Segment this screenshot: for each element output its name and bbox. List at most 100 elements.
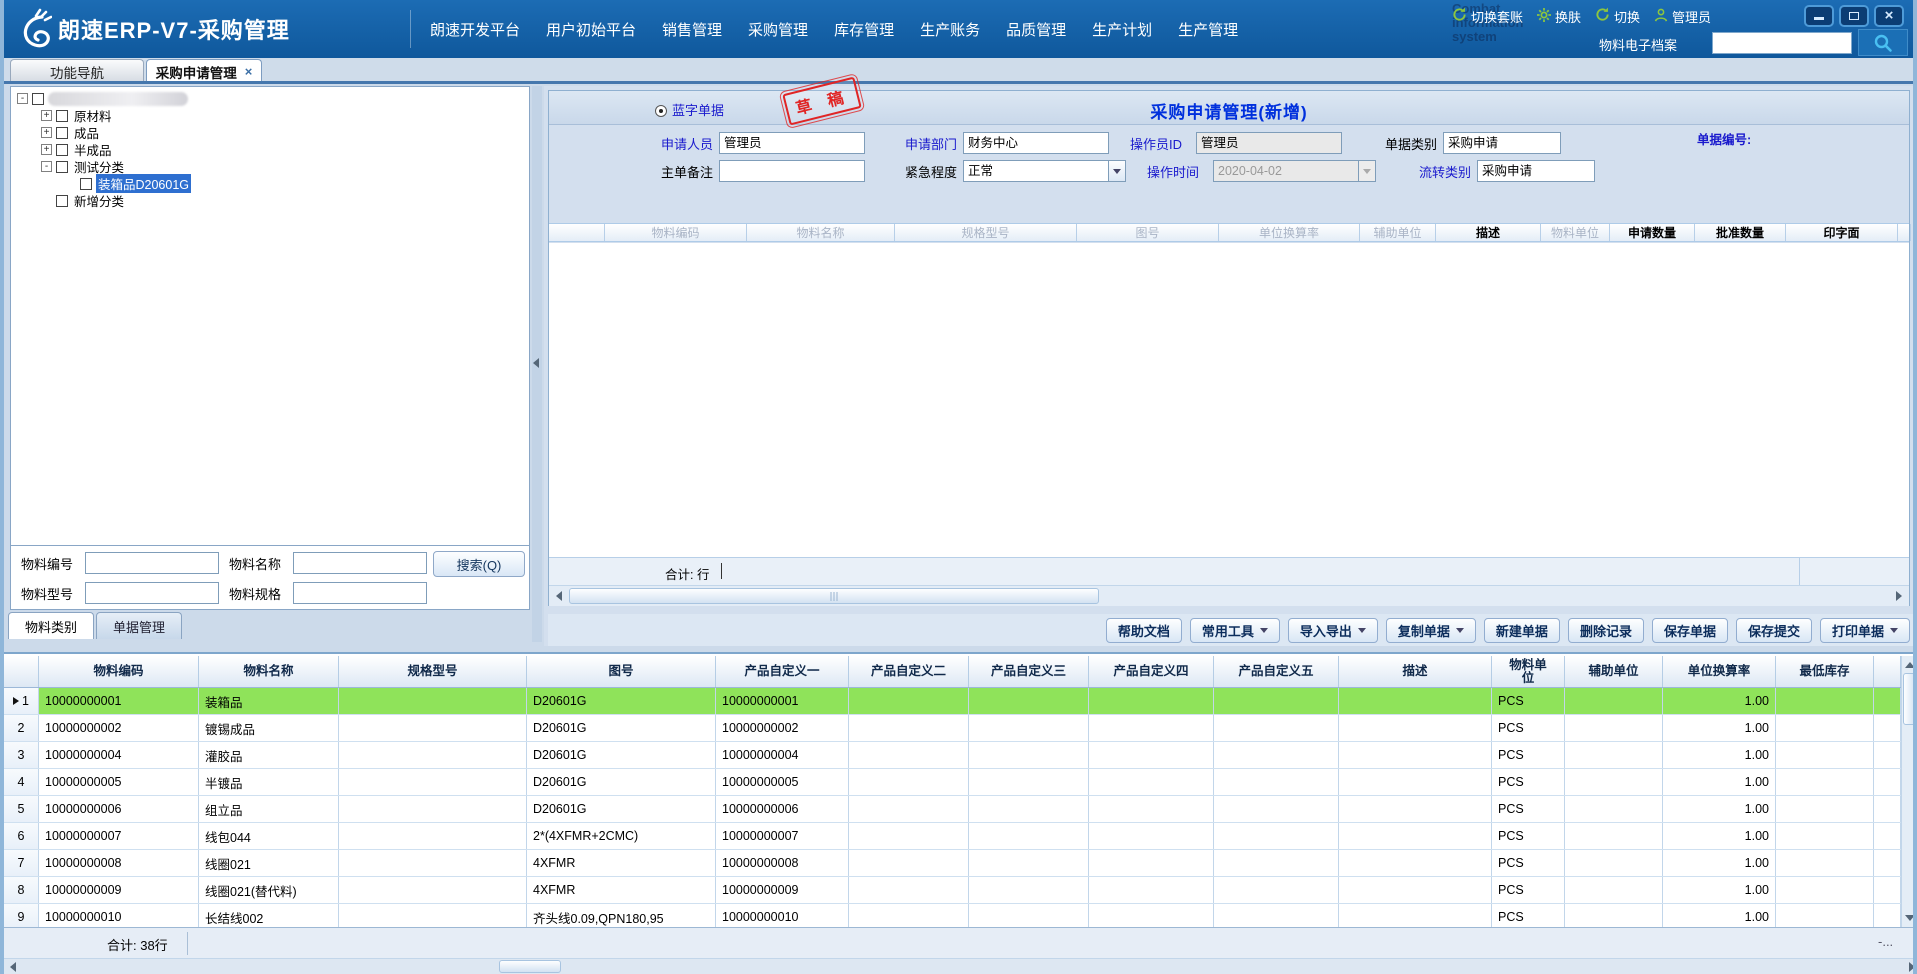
tree-checkbox[interactable]: [56, 110, 68, 122]
table-row-8[interactable]: 810000000009线圈021(替代料)4XFMR10000000009PC…: [4, 877, 1901, 904]
toolbar-button-帮助文档[interactable]: 帮助文档: [1106, 618, 1182, 643]
quick-action-管理员[interactable]: 管理员: [1654, 7, 1711, 26]
materials-vertical-scrollbar[interactable]: [1901, 656, 1917, 927]
col-header-产品自定义四[interactable]: 产品自定义四: [1089, 656, 1214, 687]
detail-col-批准数量[interactable]: 批准数量: [1695, 224, 1786, 241]
table-row-6[interactable]: 610000000007线包0442*(4XFMR+2CMC)100000000…: [4, 823, 1901, 850]
detail-col-row-indicator[interactable]: [549, 224, 605, 241]
field-input-申请部门[interactable]: 财务中心: [963, 132, 1109, 154]
field-input-主单备注[interactable]: [719, 160, 865, 182]
menu-item-7[interactable]: 品质管理: [1006, 19, 1066, 40]
collapse-arrow-icon[interactable]: [533, 358, 539, 368]
detail-col-物料编码[interactable]: 物料编码: [605, 224, 747, 241]
menu-item-2[interactable]: 用户初始平台: [546, 19, 636, 40]
detail-col-描述[interactable]: 描述: [1436, 224, 1541, 241]
tree-expander-icon[interactable]: +: [41, 127, 52, 138]
col-header-产品自定义二[interactable]: 产品自定义二: [849, 656, 969, 687]
detail-col-物料名称[interactable]: 物料名称: [747, 224, 895, 241]
panel-splitter[interactable]: [532, 86, 542, 642]
scrollbar-thumb[interactable]: [499, 960, 561, 973]
top-search-button[interactable]: [1858, 29, 1908, 56]
field-input-紧急程度[interactable]: 正常: [963, 160, 1109, 182]
col-header-row-marker[interactable]: [4, 656, 39, 687]
menu-item-8[interactable]: 生产计划: [1092, 19, 1152, 40]
toolbar-button-导入导出[interactable]: 导入导出: [1288, 618, 1378, 643]
material-name-input[interactable]: [293, 552, 427, 574]
scrollbar-thumb[interactable]: [1903, 673, 1916, 725]
table-row-1[interactable]: 110000000001装箱品D20601G10000000001PCS1.00: [4, 688, 1901, 715]
detail-col-辅助单位[interactable]: 辅助单位: [1360, 224, 1436, 241]
scroll-left-icon[interactable]: [551, 588, 567, 604]
field-input-申请人员[interactable]: 管理员: [719, 132, 865, 154]
tree-expander-icon[interactable]: +: [41, 144, 52, 155]
scroll-up-icon[interactable]: [1902, 657, 1917, 673]
detail-col-单位换算率[interactable]: 单位换算率: [1219, 224, 1360, 241]
top-search-input[interactable]: [1712, 32, 1852, 54]
quick-action-切换[interactable]: 切换: [1595, 7, 1640, 26]
left-tab-单据管理[interactable]: 单据管理: [96, 612, 182, 639]
menu-item-4[interactable]: 采购管理: [748, 19, 808, 40]
col-header-产品自定义一[interactable]: 产品自定义一: [716, 656, 849, 687]
material-model-input[interactable]: [85, 582, 219, 604]
maximize-button[interactable]: [1839, 5, 1869, 27]
tree-expander-icon[interactable]: -: [41, 161, 52, 172]
menu-item-1[interactable]: 朗速开发平台: [430, 19, 520, 40]
minimize-button[interactable]: [1804, 5, 1834, 27]
col-header-产品自定义五[interactable]: 产品自定义五: [1214, 656, 1339, 687]
detail-col-规格型号[interactable]: 规格型号: [895, 224, 1077, 241]
scroll-down-icon[interactable]: [1902, 910, 1917, 926]
table-row-7[interactable]: 710000000008线圈0214XFMR10000000008PCS1.00: [4, 850, 1901, 877]
tab-功能导航[interactable]: 功能导航: [10, 59, 144, 83]
toolbar-button-打印单据[interactable]: 打印单据: [1820, 618, 1910, 643]
toolbar-button-删除记录[interactable]: 删除记录: [1568, 618, 1644, 643]
detail-col-物料单位[interactable]: 物料单位: [1541, 224, 1610, 241]
dropdown-arrow-icon[interactable]: [1109, 160, 1126, 182]
toolbar-button-复制单据[interactable]: 复制单据: [1386, 618, 1476, 643]
tree-expander-icon[interactable]: -: [17, 93, 28, 104]
search-button[interactable]: 搜索(Q): [433, 551, 525, 577]
scroll-left-icon[interactable]: [5, 960, 21, 973]
col-header-物料编码[interactable]: 物料编码: [39, 656, 199, 687]
material-code-input[interactable]: [85, 552, 219, 574]
close-button[interactable]: ×: [1874, 5, 1904, 27]
tab-close-icon[interactable]: ×: [245, 64, 253, 79]
col-header-最低库存[interactable]: 最低库存: [1776, 656, 1874, 687]
menu-item-3[interactable]: 销售管理: [662, 19, 722, 40]
field-input-单据类别[interactable]: 采购申请: [1443, 132, 1561, 154]
menu-item-6[interactable]: 生产账务: [920, 19, 980, 40]
col-header-规格型号[interactable]: 规格型号: [339, 656, 527, 687]
table-row-9[interactable]: 910000000010长结线002齐头线0.09,QPN180,9510000…: [4, 904, 1901, 927]
table-row-4[interactable]: 410000000005半镀品D20601G10000000005PCS1.00: [4, 769, 1901, 796]
field-input-流转类别[interactable]: 采购申请: [1477, 160, 1595, 182]
toolbar-button-新建单据[interactable]: 新建单据: [1484, 618, 1560, 643]
more-button[interactable]: -...: [1878, 934, 1893, 949]
table-row-3[interactable]: 310000000004灌胶品D20601G10000000004PCS1.00: [4, 742, 1901, 769]
scroll-right-icon[interactable]: [1891, 588, 1907, 604]
table-row-2[interactable]: 210000000002镀锡成品D20601G10000000002PCS1.0…: [4, 715, 1901, 742]
quick-action-切换套账[interactable]: 切换套账: [1452, 7, 1523, 26]
detail-grid-body[interactable]: [549, 243, 1909, 557]
toolbar-button-保存提交[interactable]: 保存提交: [1736, 618, 1812, 643]
detail-horizontal-scrollbar[interactable]: [549, 585, 1909, 606]
col-header-图号[interactable]: 图号: [527, 656, 716, 687]
tree-expander-icon[interactable]: +: [41, 110, 52, 121]
tree-checkbox[interactable]: [32, 93, 44, 105]
scrollbar-thumb[interactable]: [569, 588, 1099, 604]
window-horizontal-scrollbar[interactable]: [4, 958, 1917, 974]
col-header-辅助单位[interactable]: 辅助单位: [1565, 656, 1663, 687]
tree-checkbox[interactable]: [56, 127, 68, 139]
tree-checkbox[interactable]: [56, 195, 68, 207]
menu-item-5[interactable]: 库存管理: [834, 19, 894, 40]
col-header-物料名称[interactable]: 物料名称: [199, 656, 339, 687]
tree-checkbox[interactable]: [56, 161, 68, 173]
tree-checkbox[interactable]: [56, 144, 68, 156]
col-header-物料单位[interactable]: 物料单位: [1492, 656, 1565, 687]
scroll-right-icon[interactable]: [1904, 960, 1917, 973]
material-spec-input[interactable]: [293, 582, 427, 604]
tree-checkbox[interactable]: [80, 178, 92, 190]
left-tab-物料类别[interactable]: 物料类别: [8, 612, 94, 639]
detail-col-申请数量[interactable]: 申请数量: [1610, 224, 1695, 241]
table-row-5[interactable]: 510000000006组立品D20601G10000000006PCS1.00: [4, 796, 1901, 823]
col-header-描述[interactable]: 描述: [1339, 656, 1492, 687]
toolbar-button-保存单据[interactable]: 保存单据: [1652, 618, 1728, 643]
